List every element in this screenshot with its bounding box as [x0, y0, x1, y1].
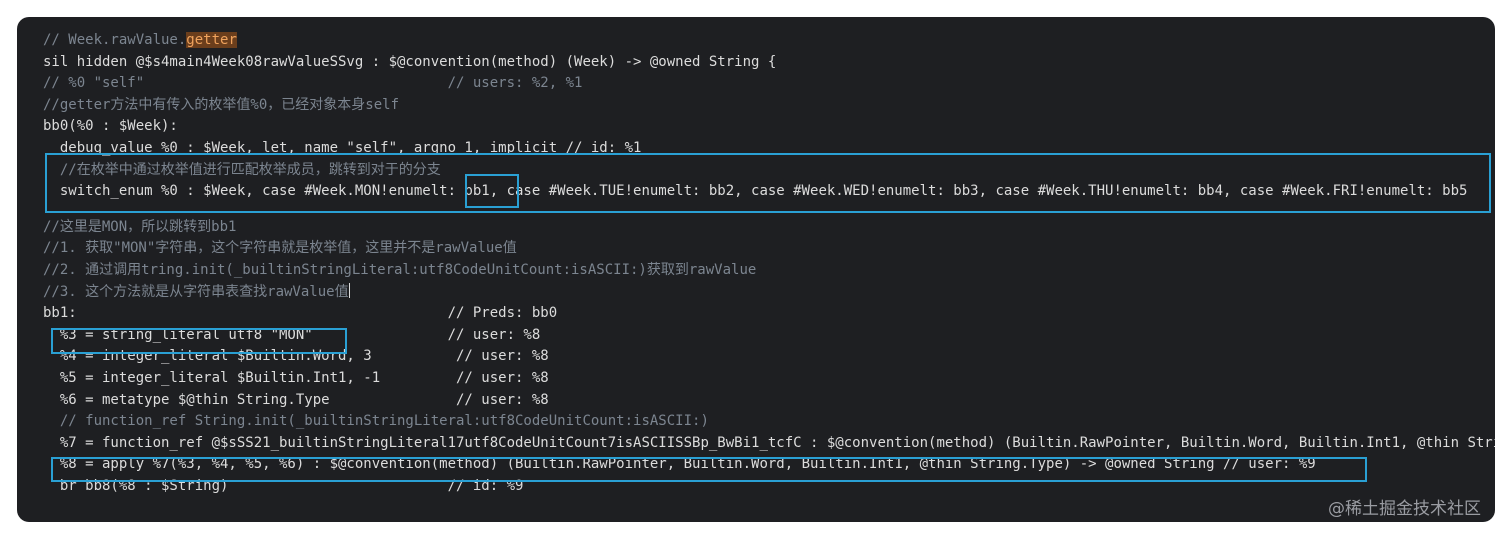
line-1-text: // Week.rawValue. — [43, 32, 187, 48]
code-line-13: //3. 这个方法就是从字符串表查找rawValue值 — [43, 282, 1495, 304]
line-1-getter-highlight: getter — [186, 32, 237, 48]
code-editor: // Week.rawValue.getter sil hidden @$s4m… — [17, 17, 1495, 522]
code-block: // Week.rawValue.getter sil hidden @$s4m… — [43, 30, 1495, 497]
code-line-2: sil hidden @$s4main4Week08rawValueSSvg :… — [43, 53, 777, 70]
code-line-6: debug_value %0 : $Week, let, name "self"… — [43, 139, 642, 156]
code-line-1: // Week.rawValue.getter — [43, 30, 1495, 52]
text-cursor — [348, 282, 350, 298]
code-line-20: %7 = function_ref @$sSS21_builtinStringL… — [59, 434, 1495, 451]
watermark: @稀土掘金技术社区 — [1328, 499, 1481, 519]
code-line-15: %3 = string_literal utf8 "MON" // user: … — [43, 326, 541, 343]
line-13-text: //3. 这个方法就是从字符串表查找rawValue值 — [43, 283, 349, 300]
code-line-10: //这里是MON，所以跳转到bb1 — [43, 218, 237, 235]
code-line-16: %4 = integer_literal $Builtin.Word, 3 //… — [43, 348, 549, 365]
code-line-18: %6 = metatype $@thin String.Type // user… — [43, 391, 549, 408]
code-line-17: %5 = integer_literal $Builtin.Int1, -1 /… — [43, 369, 549, 386]
code-line-3: // %0 "self" // users: %2, %1 — [43, 75, 583, 92]
code-line-12: //2. 通过调用tring.init(_builtinStringLitera… — [43, 261, 757, 278]
code-line-19: // function_ref String.init(_builtinStri… — [43, 413, 709, 430]
code-line-8: switch_enum %0 : $Week, case #Week.MON!e… — [43, 183, 1468, 200]
code-line-4: //getter方法中有传入的枚举值%0，已经对象本身self — [43, 96, 400, 113]
code-line-21: %8 = apply %7(%3, %4, %5, %6) : $@conven… — [43, 456, 1316, 473]
code-line-14: bb1: // Preds: bb0 — [43, 305, 558, 322]
code-line-5: bb0(%0 : $Week): — [43, 118, 178, 135]
code-line-7: //在枚举中通过枚举值进行匹配枚举成员，跳转到对于的分支 — [43, 161, 441, 178]
code-line-11: //1. 获取"MON"字符串，这个字符串就是枚举值，这里并不是rawValue… — [43, 240, 517, 257]
code-line-22: br bb8(%8 : $String) // id: %9 — [43, 477, 524, 494]
